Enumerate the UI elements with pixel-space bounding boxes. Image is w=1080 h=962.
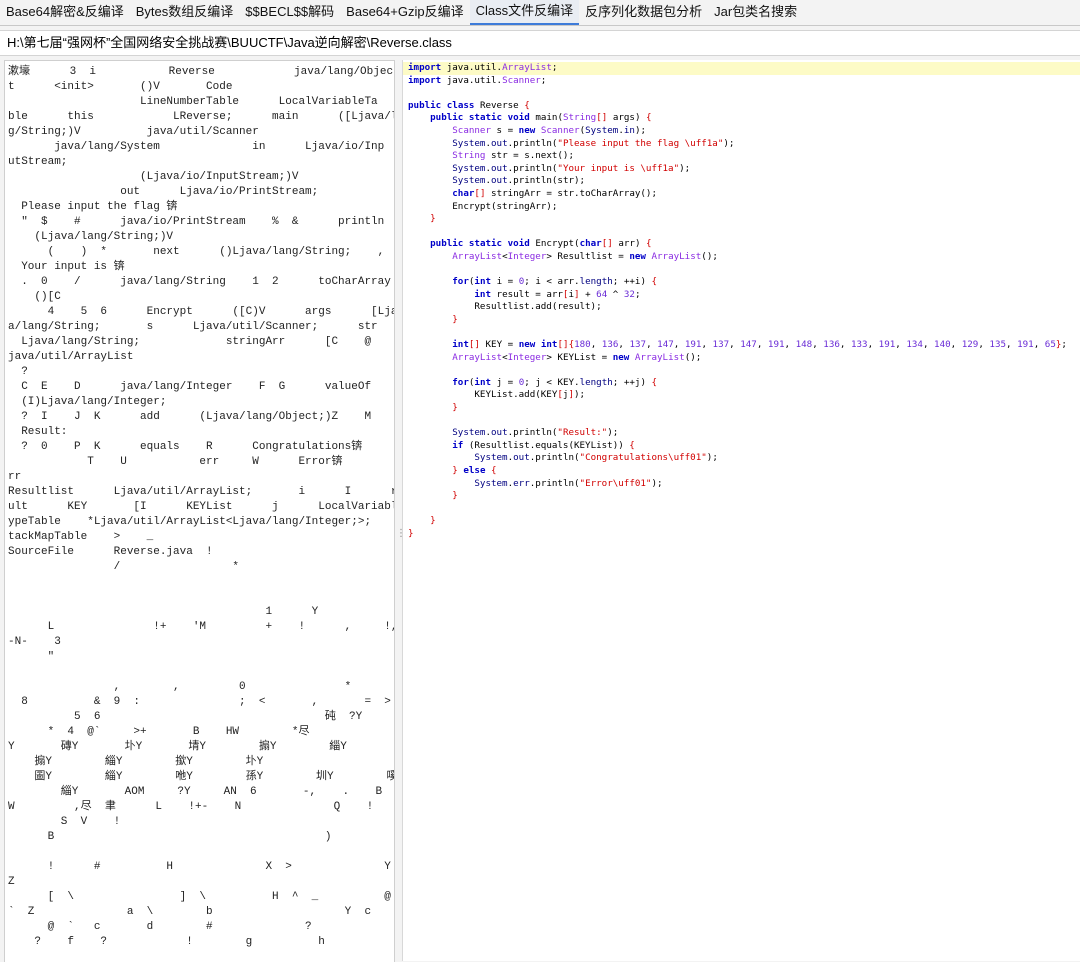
- source-line: import java.util.ArrayList;: [403, 62, 1080, 75]
- source-line: System.err.println("Error\uff01");: [474, 477, 663, 489]
- source-line: }: [452, 490, 458, 502]
- tab-1[interactable]: Bytes数组反编译: [130, 0, 240, 25]
- source-line: ArrayList<Integer> Resultlist = new Arra…: [452, 250, 718, 262]
- source-line: Encrypt(stringArr);: [408, 200, 558, 212]
- source-line: ​: [408, 226, 1080, 239]
- tab-5[interactable]: 反序列化数据包分析: [579, 0, 708, 25]
- source-line: System.out.println("Please input the fla…: [452, 137, 735, 149]
- source-line: System.out.println("Congratulations\uff0…: [474, 452, 718, 464]
- source-line: for(int i = 0; i < arr.length; ++i) {: [452, 276, 658, 288]
- tab-2[interactable]: $$BECL$$解码: [239, 0, 340, 25]
- raw-class-bytes-pane[interactable]: 漱壕 3 i Reverse java/lang/Objec t <init> …: [4, 60, 395, 962]
- source-line: KEYList.add(KEY[j]);: [408, 389, 586, 401]
- decompiled-source-pane[interactable]: import java.util.ArrayList; import java.u…: [402, 60, 1080, 961]
- source-line: ​: [408, 326, 1080, 339]
- source-line: }: [452, 313, 458, 325]
- source-line: int result = arr[i] + 64 ^ 32;: [474, 288, 641, 300]
- source-line: System.out.println("Your input is \uff1a…: [452, 162, 691, 174]
- source-line: public static void main(String[] args) {: [430, 112, 652, 124]
- source-line: char[] stringArr = str.toCharArray();: [452, 187, 657, 199]
- source-line: }: [430, 515, 436, 527]
- source-line: ​: [408, 264, 1080, 277]
- source-line: System.out.println(str);: [452, 175, 586, 187]
- pane-splitter[interactable]: ⋮: [395, 60, 406, 961]
- source-line: Resultlist.add(result);: [408, 301, 602, 313]
- source-line: }: [452, 402, 458, 414]
- tab-6[interactable]: Jar包类名搜索: [708, 0, 803, 25]
- source-line: } else {: [452, 465, 497, 476]
- raw-class-text: 漱壕 3 i Reverse java/lang/Objec t <init> …: [8, 66, 394, 948]
- source-line: }: [430, 213, 436, 225]
- tab-4[interactable]: Class文件反编译: [469, 0, 580, 25]
- source-line: public static void Encrypt(char[] arr) {: [430, 238, 652, 250]
- source-line: import java.util.Scanner;: [408, 74, 547, 86]
- source-line: ArrayList<Integer> KEYList = new ArrayLi…: [452, 351, 702, 363]
- source-line: int[] KEY = new int[]{180, 136, 137, 147…: [452, 339, 1067, 351]
- source-line: if (Resultlist.equals(KEYList)) {: [452, 439, 635, 451]
- source-line: ​: [408, 364, 1080, 377]
- decompiler-tab-bar: Base64解密&反编译 Bytes数组反编译 $$BECL$$解码 Base64+G…: [0, 0, 1080, 26]
- source-line: String str = s.next();: [452, 150, 574, 162]
- decompiled-source-code: import java.util.ArrayList; import java.u…: [403, 60, 1080, 541]
- source-line: ​: [408, 503, 1080, 516]
- source-line: for(int j = 0; j < KEY.length; ++j) {: [452, 376, 658, 388]
- tab-3[interactable]: Base64+Gzip反编译: [340, 0, 469, 25]
- tab-0[interactable]: Base64解密&反编译: [0, 0, 130, 25]
- file-path-text: H:\第七届“强网杯”全国网络安全挑战赛\BUUCTF\Java逆向解密\Rev…: [7, 35, 452, 50]
- splitter-grip-icon: ⋮: [396, 528, 406, 539]
- source-line: ​: [408, 87, 1080, 100]
- source-line: System.out.println("Result:");: [452, 427, 619, 439]
- source-line: }: [408, 527, 414, 539]
- source-line: public class Reverse {: [408, 99, 530, 111]
- source-line: Scanner s = new Scanner(System.in);: [452, 124, 647, 136]
- file-path-bar: H:\第七届“强网杯”全国网络安全挑战赛\BUUCTF\Java逆向解密\Rev…: [0, 30, 1080, 56]
- source-line: ​: [408, 415, 1080, 428]
